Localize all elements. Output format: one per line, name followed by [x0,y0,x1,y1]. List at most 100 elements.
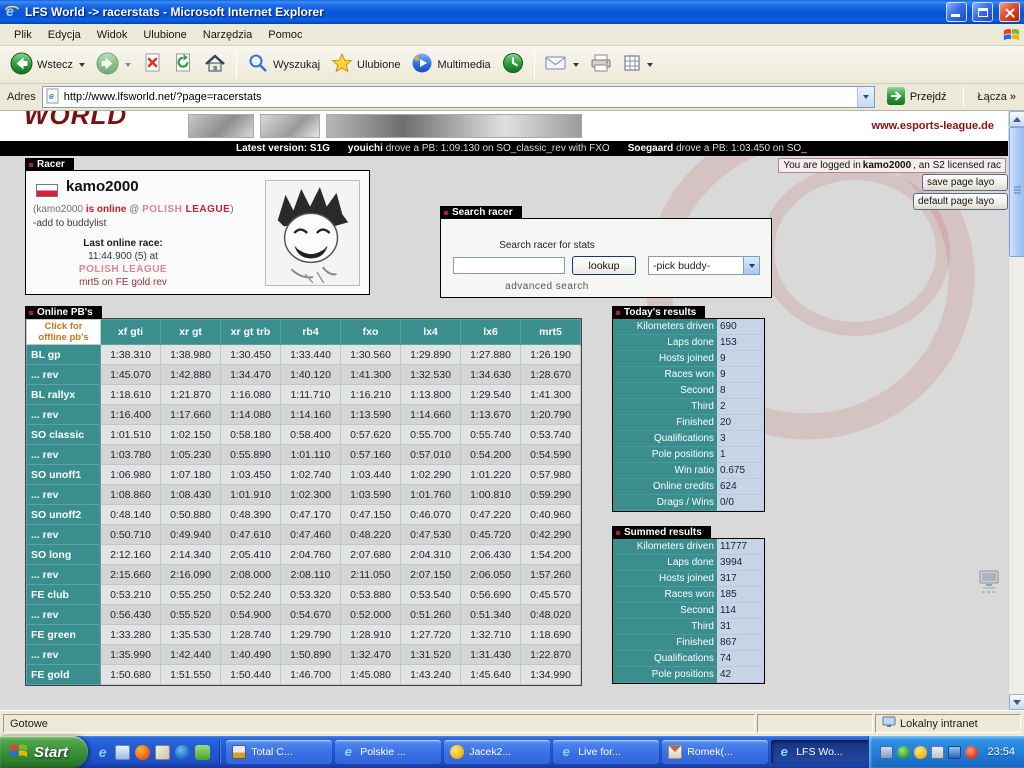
maximize-button[interactable] [972,2,993,22]
display-icon[interactable] [880,745,894,759]
stat-row: Hosts joined 317 [613,571,764,587]
search-racer-input[interactable] [453,257,565,274]
antivirus-icon[interactable] [897,745,911,759]
media-button[interactable]: Multimedia [406,49,495,80]
pb-time-cell: 2:11.050 [340,564,401,585]
save-page-layout-button[interactable]: save page layo [922,174,1008,191]
scrollbar-thumb[interactable] [1009,127,1024,257]
taskbar-clock[interactable]: 23:54 [987,746,1015,758]
links-button[interactable]: Łącza » [974,91,1020,103]
stat-value: 2 [717,399,764,415]
advanced-search-link[interactable]: advanced search [441,281,653,292]
favorites-label: Ulubione [357,58,401,71]
taskbar-task-button[interactable]: Jacek2... [444,740,551,764]
add-to-buddylist-link[interactable]: -add to buddylist [33,218,106,229]
lookup-button[interactable]: lookup [572,256,636,275]
pb-time-cell: 1:14.080 [220,404,281,425]
go-button[interactable]: Przejdź [881,86,953,109]
offline-pbs-link[interactable]: Click for offline pb's [26,319,101,345]
stat-label: Kilometers driven [613,539,717,555]
edit-button[interactable] [618,51,658,78]
menu-plik[interactable]: Plik [6,26,40,44]
stat-label: Hosts joined [613,351,717,367]
esports-league-link[interactable]: www.esports-league.de [872,120,994,132]
stat-value: 114 [717,603,764,619]
menu-widok[interactable]: Widok [89,26,136,44]
default-page-layout-button[interactable]: default page layo [913,193,1008,210]
pb-time-cell: 0:45.570 [520,584,581,605]
refresh-button[interactable] [168,50,198,79]
internet-explorer-icon[interactable] [95,745,110,760]
back-button[interactable]: Wstecz [5,49,90,81]
messenger-icon[interactable] [195,744,211,760]
volume-icon[interactable] [931,745,945,759]
stat-value: 0/0 [717,495,764,511]
intranet-zone-icon [882,716,896,731]
menu-edycja[interactable]: Edycja [40,26,89,44]
messenger-gg-icon[interactable] [914,745,928,759]
forward-button[interactable] [91,49,136,81]
mail-button[interactable] [540,52,584,77]
forward-dropdown-icon[interactable] [125,62,132,67]
pb-time-cell: 1:13.590 [340,404,401,425]
favorites-button[interactable]: Ulubione [326,49,405,80]
pb-time-cell: 0:51.260 [400,604,461,625]
taskbar-task-button[interactable]: LFS Wo... [771,740,869,764]
media-player-icon[interactable] [175,744,191,760]
stat-row: Win ratio 0.675 [613,463,764,479]
print-button[interactable] [585,51,617,78]
pb-time-cell: 1:16.080 [220,384,281,405]
pb-table: Click for offline pb's xf gti xr gt xr gt tr… [26,319,581,685]
pb-time-cell: 1:29.890 [400,344,461,365]
taskbar: Start Total C... Polskie ... Jacek2... Live… [0,736,1024,768]
home-button[interactable] [199,50,231,79]
menu-pomoc[interactable]: Pomoc [260,26,310,44]
pick-buddy-select[interactable]: -pick buddy- [648,256,760,275]
vertical-scrollbar[interactable] [1008,111,1024,710]
close-button[interactable] [999,2,1020,22]
mail-dropdown-icon[interactable] [572,62,579,67]
pb-time-cell: 0:58.180 [220,424,281,445]
address-input[interactable]: e http://www.lfsworld.net/?page=racersta… [41,86,875,108]
browser-window: e LFS World -> racerstats - Microsoft In… [0,0,1024,768]
status-cell [757,714,873,733]
scroll-up-icon[interactable] [1009,111,1024,127]
address-url[interactable]: http://www.lfsworld.net/?page=racerstats [64,91,853,103]
show-desktop-icon[interactable] [155,744,171,760]
pb-time-cell: 1:13.670 [460,404,521,425]
last-race-combo: mrt5 on FE gold rev [79,277,167,288]
pb-track-label: ... rev [26,604,101,625]
start-button[interactable]: Start [0,736,89,768]
taskbar-task-button[interactable]: Live for... [553,740,660,764]
search-button[interactable]: Wyszukaj [242,49,325,80]
updates-icon[interactable] [965,745,979,759]
taskbar-task-button[interactable]: Polskie ... [335,740,442,764]
security-zone: Lokalny intranet [875,714,1021,733]
stop-button[interactable] [137,50,167,79]
firefox-icon[interactable] [135,744,151,760]
back-dropdown-icon[interactable] [79,62,86,67]
network-icon[interactable] [948,745,962,759]
outlook-express-icon[interactable] [115,744,131,760]
pb-time-cell: 1:01.220 [460,464,521,485]
menu-ulubione[interactable]: Ulubione [135,26,194,44]
chevron-down-icon[interactable] [743,257,759,274]
pb-time-cell: 1:31.520 [400,644,461,665]
taskbar-task-button[interactable]: Romek(... [662,740,769,764]
internet-explorer-icon: e [4,3,20,22]
pb-row: BL rallyx 1:18.610 1:21.870 1:16.080 1:11.71… [26,384,581,405]
login-notice: You are logged in kamo2000 , an S2 licen… [778,158,1006,173]
scroll-down-icon[interactable] [1009,694,1024,710]
links-label: Łącza [977,91,1007,103]
address-dropdown-icon[interactable] [856,87,874,107]
pb-time-cell: 0:54.200 [460,444,521,465]
pb-time-cell: 1:32.530 [400,364,461,385]
menu-narzędzia[interactable]: Narzędzia [195,26,261,44]
pb-time-cell: 0:53.740 [520,424,581,445]
stat-value: 3 [717,431,764,447]
pb-time-cell: 0:57.620 [340,424,401,445]
taskbar-task-button[interactable]: Total C... [226,740,333,764]
minimize-button[interactable] [946,2,967,22]
history-button[interactable] [497,49,529,80]
edit-dropdown-icon[interactable] [646,62,653,67]
